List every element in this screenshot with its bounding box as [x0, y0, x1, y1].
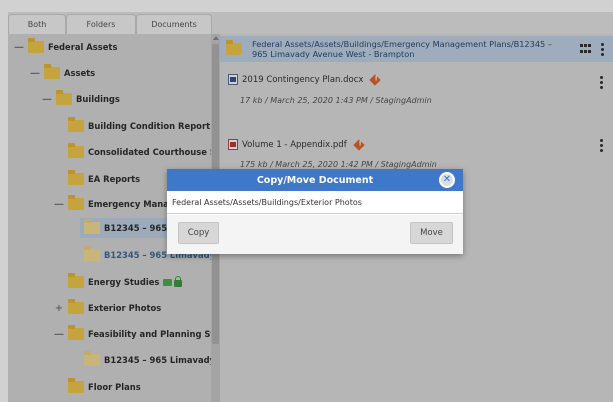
dialog-title: Copy/Move Document [256, 174, 374, 186]
dialog-header: Copy/Move Document ✕ [167, 169, 463, 191]
move-button[interactable]: Move [410, 222, 453, 244]
copy-move-dialog: Copy/Move Document ✕ Federal Assets/Asse… [167, 169, 463, 254]
copy-button[interactable]: Copy [178, 222, 219, 244]
destination-path: Federal Assets/Assets/Buildings/Exterior… [167, 191, 463, 214]
dialog-footer: Copy Move [167, 215, 463, 254]
close-icon[interactable]: ✕ [439, 172, 455, 188]
